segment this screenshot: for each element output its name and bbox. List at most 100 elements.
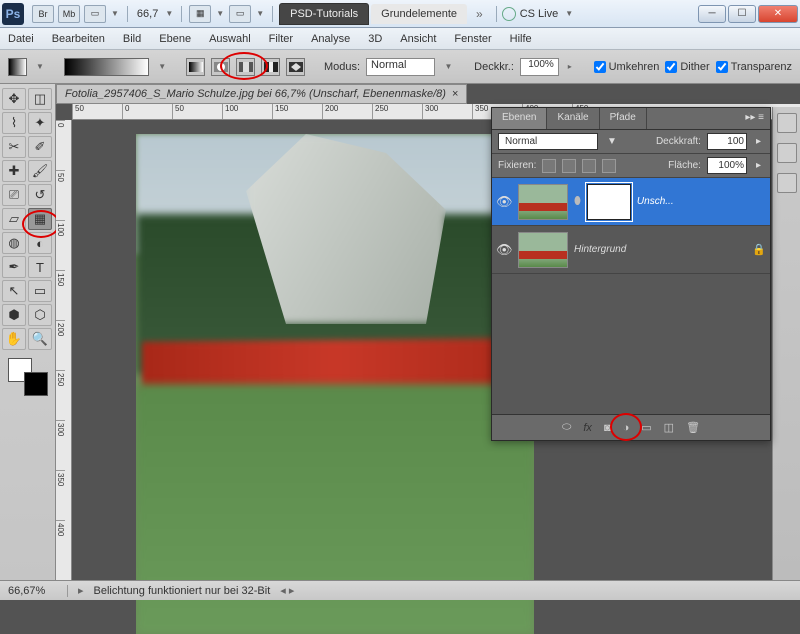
ruler-vertical[interactable]: 050100150200250300350400 <box>56 120 72 580</box>
menu-select[interactable]: Auswahl <box>209 33 251 45</box>
view-extras-button[interactable]: ▦ <box>189 5 211 23</box>
gradient-angle-button[interactable] <box>236 58 255 76</box>
reverse-checkbox[interactable]: Umkehren <box>594 61 660 73</box>
minimize-button[interactable]: ─ <box>698 5 726 23</box>
new-layer-icon[interactable]: ◫ <box>664 421 674 434</box>
layer-row[interactable]: 👁 Hintergrund 🔒 <box>492 226 770 274</box>
menu-analysis[interactable]: Analyse <box>311 33 350 45</box>
menu-layer[interactable]: Ebene <box>159 33 191 45</box>
dropdown-arrow-icon[interactable]: ▼ <box>162 9 176 18</box>
layer-name[interactable]: Hintergrund <box>574 244 746 255</box>
canvas[interactable] <box>136 134 534 634</box>
brush-tool[interactable]: 🖌 <box>28 160 52 182</box>
gradient-linear-button[interactable] <box>186 58 205 76</box>
chevron-icon[interactable]: » <box>468 7 491 21</box>
zoom-tool[interactable]: 🔍 <box>28 328 52 350</box>
panel-icon[interactable] <box>777 143 797 163</box>
maximize-button[interactable]: ☐ <box>728 5 756 23</box>
bridge-button[interactable]: Br <box>32 5 54 23</box>
wand-tool[interactable]: ✦ <box>28 112 52 134</box>
blend-mode-select[interactable]: Normal <box>498 133 598 150</box>
add-mask-icon[interactable]: ◙ <box>604 422 611 434</box>
lasso-tool[interactable]: ⌇ <box>2 112 26 134</box>
panel-icon[interactable] <box>777 173 797 193</box>
shape-tool[interactable]: ▭ <box>28 280 52 302</box>
menu-window[interactable]: Fenster <box>454 33 491 45</box>
eraser-tool[interactable]: ▱ <box>2 208 26 230</box>
close-icon[interactable]: × <box>452 88 458 100</box>
menu-file[interactable]: Datei <box>8 33 34 45</box>
fx-icon[interactable]: fx <box>583 422 592 434</box>
dither-checkbox[interactable]: Dither <box>665 61 709 73</box>
dodge-tool[interactable]: ◐ <box>28 232 52 254</box>
layer-name[interactable]: Unsch... <box>637 196 766 207</box>
screenmode-button[interactable]: ▭ <box>229 5 251 23</box>
dropdown-arrow-icon[interactable]: ▼ <box>253 9 267 18</box>
link-layers-icon[interactable]: ⬭ <box>562 421 571 434</box>
group-icon[interactable]: ▭ <box>641 421 651 434</box>
close-button[interactable]: ✕ <box>758 5 798 23</box>
menu-view[interactable]: Ansicht <box>400 33 436 45</box>
gradient-tool[interactable]: ▦ <box>28 208 52 230</box>
heal-tool[interactable]: ✚ <box>2 160 26 182</box>
menu-3d[interactable]: 3D <box>368 33 382 45</box>
link-icon[interactable]: ⬮ <box>574 195 581 208</box>
type-tool[interactable]: T <box>28 256 52 278</box>
3d-camera-tool[interactable]: ⬡ <box>28 304 52 326</box>
delete-icon[interactable]: 🗑 <box>686 421 700 434</box>
stamp-tool[interactable]: ⎚ <box>2 184 26 206</box>
layer-row[interactable]: 👁 ⬮ Unsch... <box>492 178 770 226</box>
color-swatches[interactable] <box>8 358 48 396</box>
workspace-tab-tutorials[interactable]: PSD-Tutorials <box>279 3 369 25</box>
tab-channels[interactable]: Kanäle <box>547 108 599 129</box>
move-tool[interactable]: ✥ <box>2 88 26 110</box>
fill-input[interactable]: 100% <box>707 157 747 174</box>
layer-mask-thumbnail[interactable] <box>587 184 631 220</box>
menu-filter[interactable]: Filter <box>269 33 293 45</box>
lock-all-icon[interactable] <box>602 159 616 173</box>
hand-tool[interactable]: ✋ <box>2 328 26 350</box>
adjustment-icon[interactable]: ◑ <box>623 422 630 434</box>
crop-tool[interactable]: ✂ <box>2 136 26 158</box>
history-brush-tool[interactable]: ↺ <box>28 184 52 206</box>
gradient-picker[interactable] <box>64 58 149 76</box>
menu-help[interactable]: Hilfe <box>510 33 532 45</box>
pen-tool[interactable]: ✒ <box>2 256 26 278</box>
layers-empty-area[interactable] <box>492 274 770 414</box>
lock-transparent-icon[interactable] <box>542 159 556 173</box>
tab-paths[interactable]: Pfade <box>600 108 647 129</box>
cslive-button[interactable]: CS Live ▼ <box>502 7 576 21</box>
marquee-tool[interactable]: ◫ <box>28 88 52 110</box>
layer-thumbnail[interactable] <box>518 184 568 220</box>
transparency-checkbox[interactable]: Transparenz <box>716 61 792 73</box>
path-tool[interactable]: ↖ <box>2 280 26 302</box>
blend-mode-select[interactable]: Normal <box>366 58 435 76</box>
lock-pixels-icon[interactable] <box>562 159 576 173</box>
layer-thumbnail[interactable] <box>518 232 568 268</box>
gradient-reflected-button[interactable] <box>261 58 280 76</box>
panel-icon[interactable] <box>777 113 797 133</box>
minibridge-button[interactable]: Mb <box>58 5 80 23</box>
gradient-tool-icon[interactable] <box>8 58 27 76</box>
eyedropper-tool[interactable]: ✐ <box>28 136 52 158</box>
gradient-radial-button[interactable] <box>211 58 230 76</box>
tab-layers[interactable]: Ebenen <box>492 108 547 129</box>
dropdown-arrow-icon[interactable]: ▼ <box>213 9 227 18</box>
opacity-input[interactable]: 100 <box>707 133 747 150</box>
docpanel-button[interactable]: ▭ <box>84 5 106 23</box>
visibility-icon[interactable]: 👁 <box>496 194 512 210</box>
dropdown-arrow-icon[interactable]: ▼ <box>108 9 122 18</box>
background-color[interactable] <box>24 372 48 396</box>
visibility-icon[interactable]: 👁 <box>496 242 512 258</box>
menu-edit[interactable]: Bearbeiten <box>52 33 105 45</box>
zoom-level[interactable]: 66,7 <box>133 8 162 20</box>
blur-tool[interactable]: ◍ <box>2 232 26 254</box>
panel-menu-icon[interactable]: ▸▸ ≡ <box>739 108 770 129</box>
status-zoom[interactable]: 66,67% <box>8 585 68 597</box>
gradient-diamond-button[interactable] <box>286 58 305 76</box>
opacity-input[interactable]: 100% <box>520 58 559 76</box>
document-tab[interactable]: Fotolia_2957406_S_Mario Schulze.jpg bei … <box>56 84 467 104</box>
workspace-tab-essentials[interactable]: Grundelemente <box>371 4 467 24</box>
lock-position-icon[interactable] <box>582 159 596 173</box>
3d-tool[interactable]: ⬢ <box>2 304 26 326</box>
